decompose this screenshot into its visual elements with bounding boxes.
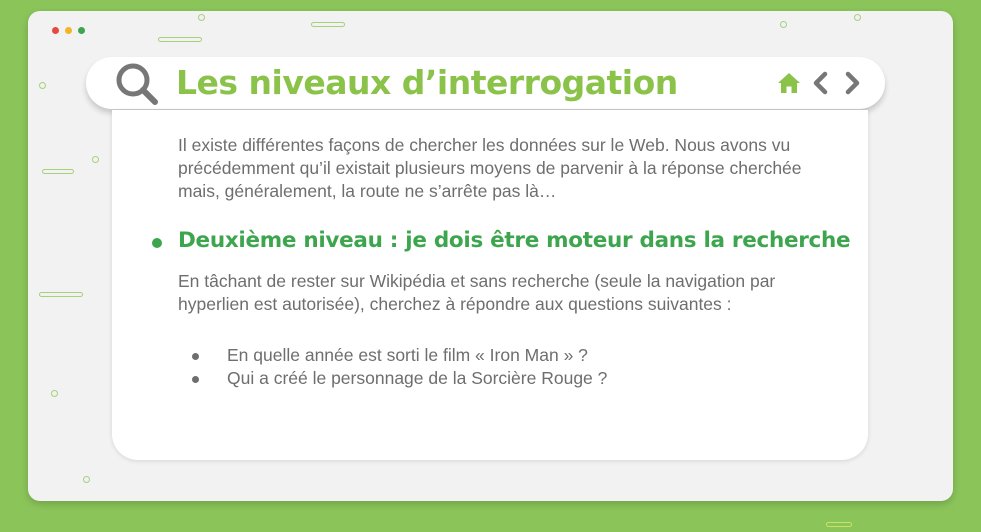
section-heading: Deuxième niveau : je dois être moteur da…: [152, 228, 852, 258]
chevron-right-icon[interactable]: [839, 70, 865, 96]
section-heading-text: Deuxième niveau : je dois être moteur da…: [178, 228, 851, 253]
decorative-circle: [854, 14, 861, 21]
chevron-left-icon[interactable]: [808, 70, 834, 96]
minimize-window-button[interactable]: [65, 27, 72, 34]
list-bullet: [192, 353, 199, 360]
decorative-circle: [92, 156, 99, 163]
decorative-circle: [39, 82, 46, 89]
page-title: Les niveaux d’interrogation: [176, 63, 678, 102]
instructions-paragraph: En tâchant de rester sur Wikipédia et sa…: [178, 271, 776, 314]
browser-window: Les niveaux d’interrogation Il existe di…: [28, 11, 953, 501]
heading-bullet: [152, 238, 162, 248]
content-card: Il existe différentes façons de chercher…: [112, 110, 868, 460]
decorative-circle: [198, 14, 205, 21]
decorative-circle: [51, 390, 58, 397]
decorative-line: [158, 37, 202, 42]
list-item: Qui a créé le personnage de la Sorcière …: [192, 367, 792, 390]
search-icon[interactable]: [114, 61, 160, 107]
close-window-button[interactable]: [52, 27, 59, 34]
list-item: En quelle année est sorti le film « Iron…: [192, 344, 792, 367]
decorative-circle: [83, 476, 90, 483]
intro-paragraph: Il existe différentes façons de chercher…: [178, 135, 802, 201]
decorative-line: [311, 22, 345, 27]
decorative-line: [42, 169, 74, 174]
question-text: En quelle année est sorti le film « Iron…: [227, 345, 588, 365]
list-bullet: [192, 376, 199, 383]
decorative-circle: [780, 21, 787, 28]
maximize-window-button[interactable]: [78, 27, 85, 34]
decorative-line: [39, 292, 83, 297]
question-list: En quelle année est sorti le film « Iron…: [192, 344, 792, 390]
home-icon[interactable]: [776, 70, 802, 96]
search-bar[interactable]: Les niveaux d’interrogation: [86, 57, 885, 109]
question-text: Qui a créé le personnage de la Sorcière …: [227, 368, 608, 388]
decorative-line: [826, 522, 852, 527]
